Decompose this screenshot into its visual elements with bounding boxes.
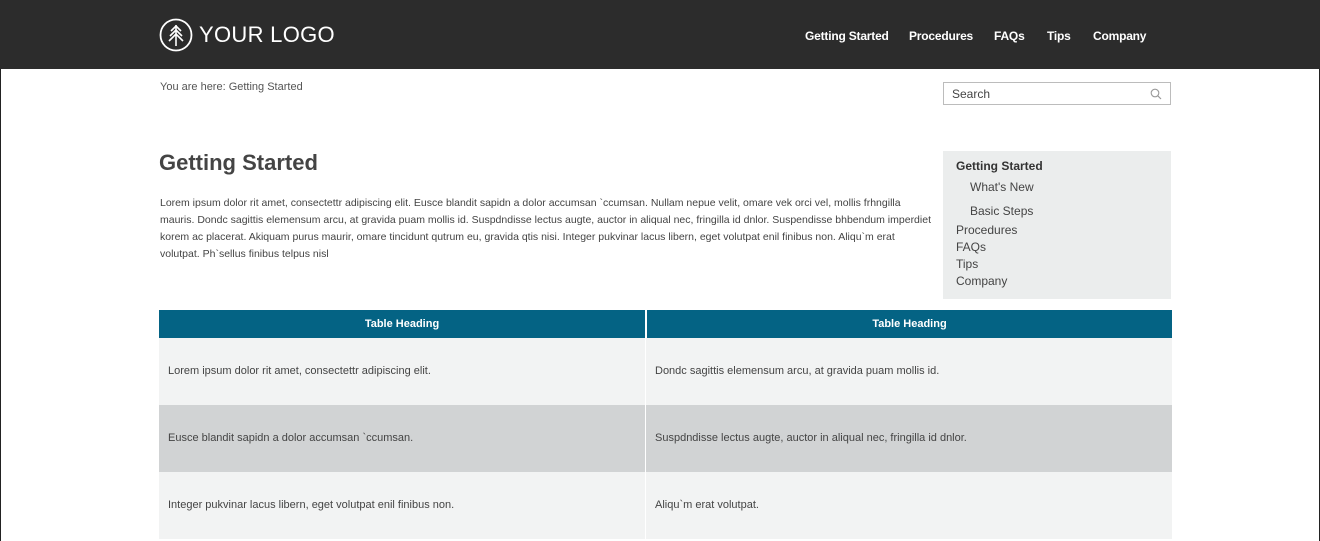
nav-procedures[interactable]: Procedures: [909, 29, 973, 43]
sidenav-item-procedures[interactable]: Procedures: [956, 223, 1017, 237]
nav-tips[interactable]: Tips: [1047, 29, 1071, 43]
sidenav-item-whats-new[interactable]: What's New: [970, 180, 1034, 194]
top-navbar: YOUR LOGO Getting Started Procedures FAQ…: [0, 0, 1320, 69]
column-divider: [645, 405, 646, 472]
column-divider: [645, 472, 646, 539]
sidenav-item-company[interactable]: Company: [956, 274, 1007, 288]
search-icon[interactable]: [1150, 88, 1162, 100]
main-nav: Getting Started Procedures FAQs Tips Com…: [0, 29, 1146, 45]
sidenav-item-faqs[interactable]: FAQs: [956, 240, 986, 254]
nav-getting-started[interactable]: Getting Started: [805, 29, 889, 43]
table-cell: Suspdndisse lectus augte, auctor in aliq…: [655, 432, 967, 444]
page-title: Getting Started: [159, 150, 318, 175]
table-cell: Aliqu`m erat volutpat.: [655, 499, 759, 511]
table-header: Table Heading Table Heading: [159, 310, 1172, 338]
table-cell: Dondc sagittis elemensum arcu, at gravid…: [655, 365, 940, 377]
table-heading-1: Table Heading: [364, 318, 440, 330]
table-row: Integer pukvinar lacus libern, eget volu…: [159, 472, 1172, 539]
sidenav-heading-getting-started[interactable]: Getting Started: [956, 159, 1043, 173]
sidenav-item-basic-steps[interactable]: Basic Steps: [970, 204, 1033, 218]
table-cell: Lorem ipsum dolor rit amet, consectettr …: [168, 365, 431, 377]
table-cell: Integer pukvinar lacus libern, eget volu…: [168, 499, 455, 511]
table-row: Lorem ipsum dolor rit amet, consectettr …: [159, 338, 1172, 405]
breadcrumb: You are here: Getting Started: [160, 81, 303, 93]
nav-company[interactable]: Company: [1093, 29, 1146, 43]
intro-paragraph: Lorem ipsum dolor rit amet, consectettr …: [160, 197, 931, 260]
sidenav-item-tips[interactable]: Tips: [956, 257, 978, 271]
side-navigation: Getting Started What's New Basic Steps P…: [943, 151, 1171, 299]
table-cell: Eusce blandit sapidn a dolor accumsan `c…: [168, 432, 414, 444]
search-input[interactable]: [952, 86, 1142, 102]
table-heading-2: Table Heading: [872, 318, 947, 330]
table-row: Eusce blandit sapidn a dolor accumsan `c…: [159, 405, 1172, 472]
column-divider: [645, 338, 646, 405]
search-box[interactable]: [943, 82, 1171, 105]
nav-faqs[interactable]: FAQs: [994, 29, 1025, 43]
